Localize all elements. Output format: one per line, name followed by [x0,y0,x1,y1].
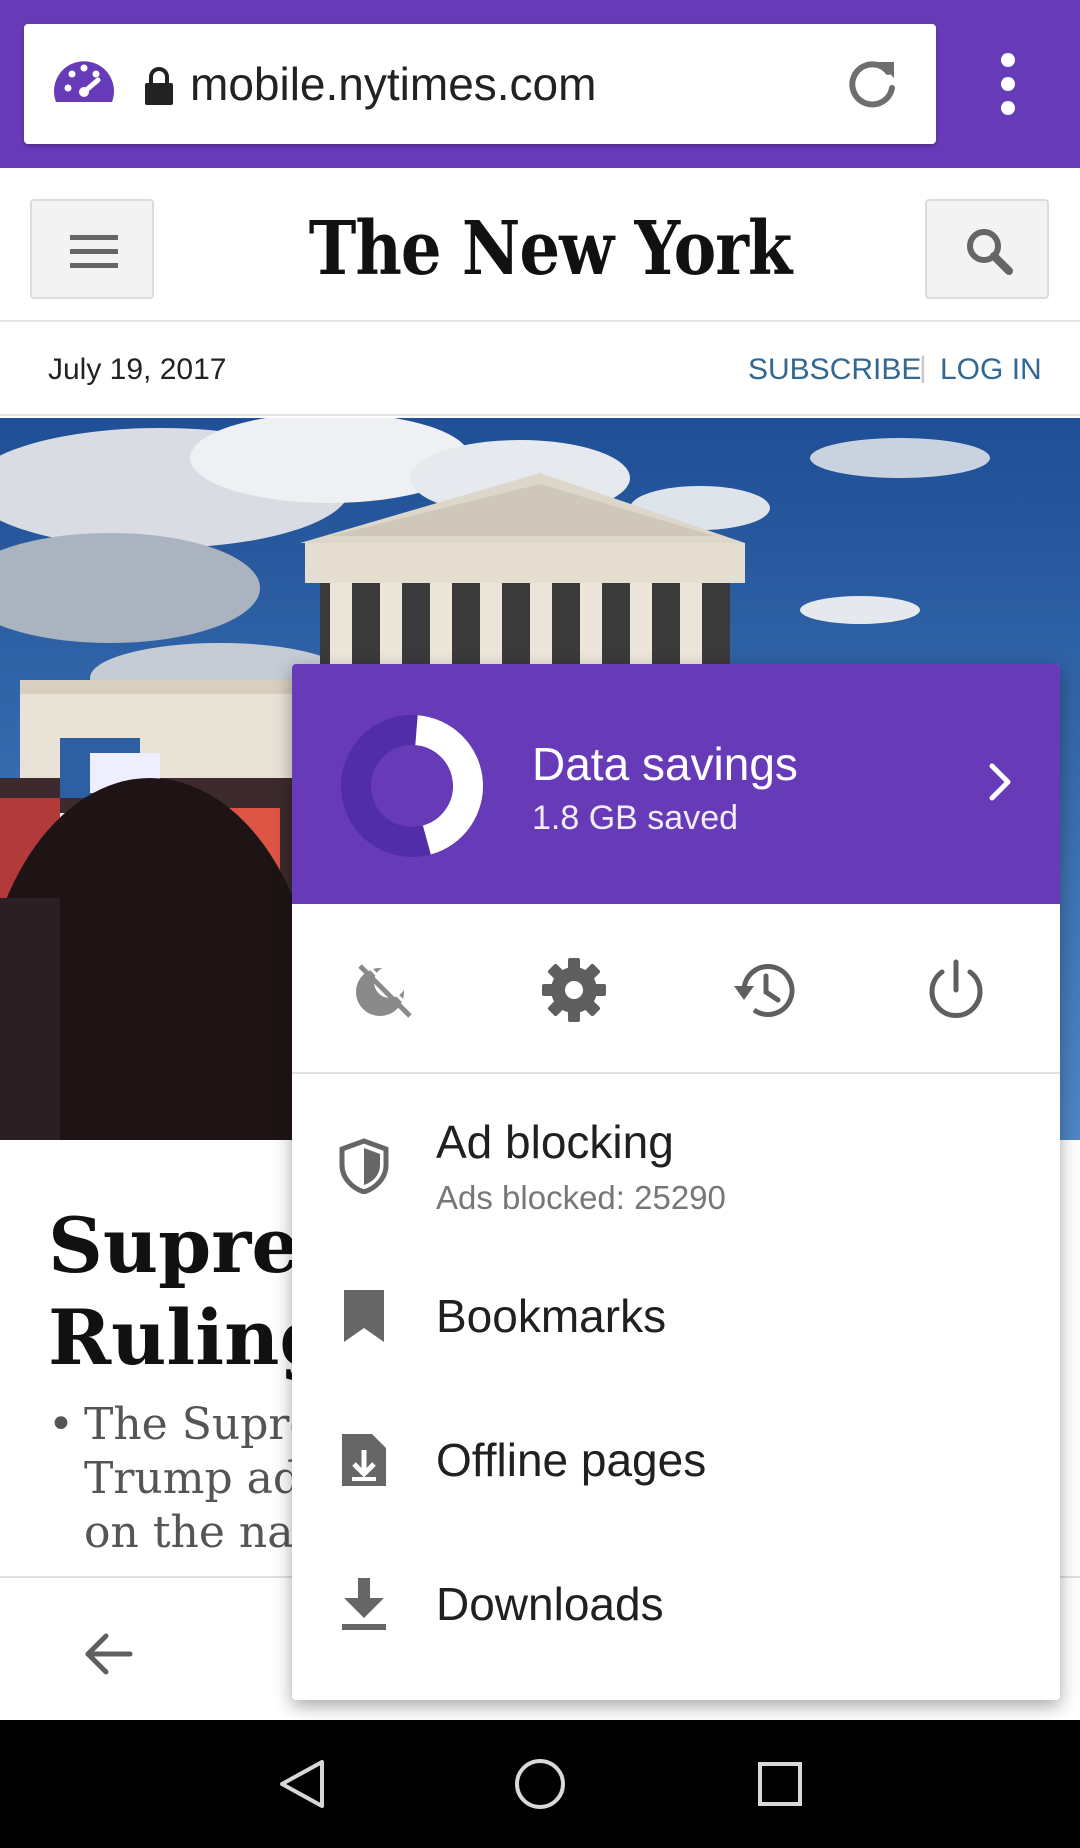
chevron-right-icon [989,763,1011,801]
menu-item-bookmarks[interactable]: Bookmarks [292,1252,1060,1382]
settings-icon[interactable] [540,956,608,1024]
data-savings-ring-icon [341,715,483,857]
downloads-label: Downloads [436,1578,664,1630]
menu-item-downloads[interactable]: Downloads [292,1540,1060,1670]
overflow-menu-icon[interactable] [980,48,1036,120]
login-link[interactable]: LOG IN [940,352,1042,388]
back-arrow-icon[interactable] [80,1626,136,1682]
data-saver-gauge-icon[interactable] [52,52,116,116]
bookmark-icon [344,1290,384,1342]
back-triangle-icon[interactable] [274,1756,330,1812]
browser-overflow-menu: Data savings 1.8 GB saved Ad blocking Ad… [292,664,1060,1700]
history-icon[interactable] [730,956,798,1024]
hamburger-icon [70,235,118,268]
menu-item-ad-blocking[interactable]: Ad blocking Ads blocked: 25290 [292,1094,1060,1244]
bookmarks-label: Bookmarks [436,1290,667,1342]
url-text[interactable]: mobile.nytimes.com [190,54,596,114]
incognito-icon[interactable] [350,956,418,1024]
home-circle-icon[interactable] [512,1756,568,1812]
hamburger-menu-button[interactable] [30,199,154,299]
subscribe-link[interactable]: SUBSCRIBE [748,352,921,388]
search-icon [967,229,1013,275]
dateline-bar: July 19, 2017 SUBSCRIBE | LOG IN [0,324,1080,416]
lock-icon [145,67,173,105]
recents-square-icon[interactable] [752,1756,808,1812]
ads-blocked-count: Ads blocked: 25290 [436,1179,726,1216]
shield-icon [339,1138,389,1194]
site-header: The New York Times [0,170,1080,408]
ad-blocking-label: Ad blocking [436,1116,674,1168]
menu-item-offline-pages[interactable]: Offline pages [292,1396,1060,1526]
menu-icon-row [292,904,1060,1074]
search-button[interactable] [925,199,1049,299]
url-bar[interactable]: mobile.nytimes.com [24,24,936,144]
bullet-dot: • [48,1399,74,1450]
android-navigation-bar [0,1720,1080,1848]
date-text: July 19, 2017 [48,353,227,386]
browser-toolbar: mobile.nytimes.com [0,0,1080,168]
nyt-masthead-logo[interactable]: The New York Times [240,193,860,407]
offline-pages-label: Offline pages [436,1434,707,1486]
data-savings-subtitle: 1.8 GB saved [532,799,739,837]
data-savings-title: Data savings [532,738,798,790]
power-icon[interactable] [922,956,990,1024]
download-icon [342,1578,386,1630]
link-separator: | [919,351,927,384]
offline-page-icon [342,1434,386,1486]
reload-icon[interactable] [844,56,900,112]
data-savings-header[interactable]: Data savings 1.8 GB saved [292,664,1060,904]
